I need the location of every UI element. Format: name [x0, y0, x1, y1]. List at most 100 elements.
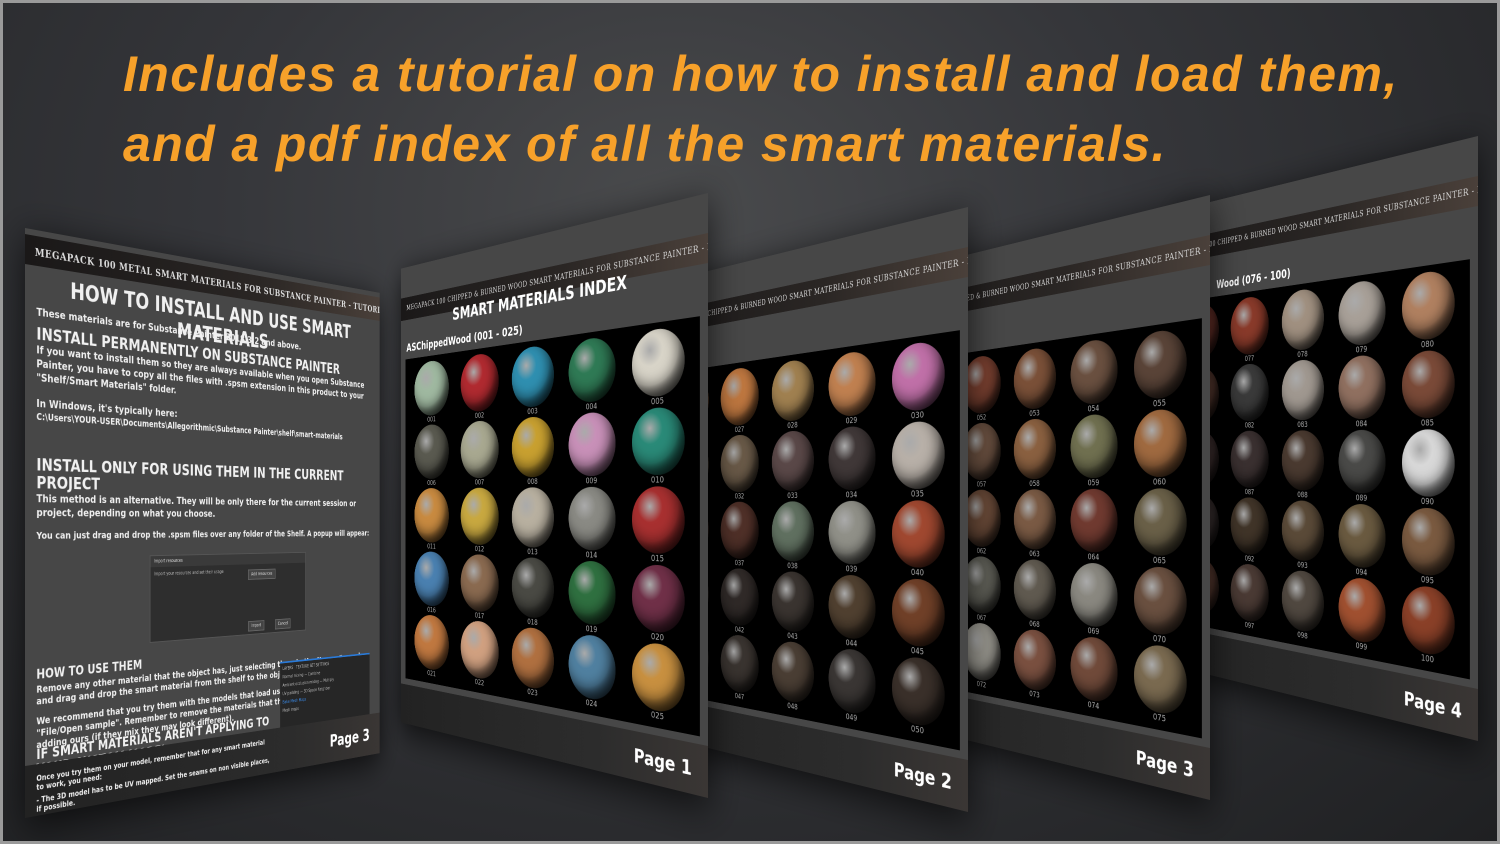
- normal-mixing-select[interactable]: Combine: [308, 671, 320, 677]
- material-item: 007: [455, 418, 505, 487]
- material-number: 078: [1297, 349, 1308, 360]
- material-sphere-thumbnail: [720, 433, 759, 493]
- material-number: 058: [1029, 479, 1040, 489]
- import-button[interactable]: Import: [248, 620, 265, 632]
- material-number: 077: [1244, 354, 1255, 364]
- material-item: 054: [1063, 335, 1125, 416]
- headline-line-1: Includes a tutorial on how to install an…: [123, 46, 1399, 102]
- material-item: 027: [715, 364, 765, 436]
- material-sphere-thumbnail: [720, 633, 759, 697]
- material-sphere-thumbnail: [568, 334, 616, 404]
- material-sphere-thumbnail: [1401, 348, 1455, 419]
- material-item: 021: [409, 612, 455, 683]
- material-sphere-thumbnail: [828, 646, 876, 718]
- material-item: 024: [561, 631, 623, 715]
- texture-set-settings-tab[interactable]: TEXTURE SET SETTINGS: [296, 662, 329, 671]
- material-number: 014: [585, 550, 598, 561]
- material-sphere-thumbnail: [568, 486, 616, 552]
- material-sphere-thumbnail: [891, 654, 945, 731]
- material-sphere-thumbnail: [828, 424, 876, 491]
- ao-mixing-select[interactable]: Multiply: [323, 677, 334, 683]
- material-number: 007: [474, 478, 485, 487]
- material-sphere-thumbnail: [460, 487, 499, 546]
- material-number: 050: [910, 724, 924, 737]
- material-item: 025: [623, 639, 693, 729]
- material-item: 016: [409, 550, 455, 618]
- material-item: 001: [409, 357, 455, 426]
- material-number: 015: [650, 554, 664, 565]
- material-number: 100: [1420, 653, 1434, 666]
- material-number: 097: [1244, 621, 1255, 632]
- material-sphere-thumbnail: [720, 501, 759, 560]
- material-sphere-thumbnail: [1133, 326, 1187, 401]
- material-item: 009: [561, 410, 623, 487]
- material-sphere-thumbnail: [1401, 583, 1455, 660]
- material-number: 005: [650, 396, 664, 407]
- material-item: 033: [765, 428, 821, 501]
- index-page-4: MEGAPACK 100 CHIPPED & BURNED WOOD SMART…: [1170, 136, 1478, 741]
- material-item: 095: [1393, 506, 1463, 591]
- material-number: 054: [1087, 403, 1100, 414]
- material-item: 018: [505, 556, 561, 632]
- headline-line-2: and a pdf index of all the smart materia…: [123, 116, 1167, 172]
- material-number: 052: [976, 413, 987, 423]
- material-item: 053: [1007, 344, 1063, 421]
- material-item: 004: [561, 333, 623, 414]
- material-sphere-thumbnail: [414, 550, 450, 609]
- uv-padding-select[interactable]: 3D Space Neighbor: [304, 686, 331, 694]
- material-sphere-thumbnail: [771, 429, 814, 492]
- material-number: 002: [474, 411, 485, 421]
- layers-tab[interactable]: LAYERS: [282, 666, 293, 672]
- material-sphere-thumbnail: [568, 410, 616, 477]
- material-number: 087: [1244, 488, 1255, 497]
- material-item: 084: [1331, 353, 1393, 430]
- dialog-prompt: Import your resources and set their usag…: [153, 569, 224, 578]
- material-sphere-thumbnail: [1281, 286, 1324, 352]
- material-item: 019: [561, 559, 623, 639]
- uv-padding-label: UV padding: [282, 689, 300, 697]
- material-number: 022: [474, 678, 485, 689]
- material-sphere-thumbnail: [511, 487, 554, 549]
- material-number: 029: [845, 415, 858, 426]
- material-sphere-thumbnail: [1013, 417, 1056, 480]
- cancel-button[interactable]: Cancel: [274, 618, 291, 630]
- material-sphere-thumbnail: [568, 559, 616, 628]
- material-sphere-thumbnail: [1230, 430, 1269, 489]
- materials-grid: 001 002 003 004 005 006 007 008 009 010 011 012 013 0…: [405, 316, 700, 737]
- material-item: 055: [1125, 325, 1195, 411]
- material-sphere-thumbnail: [511, 625, 554, 693]
- material-number: 049: [845, 712, 858, 725]
- bake-mesh-maps-button[interactable]: Bake Mesh Maps: [282, 697, 306, 705]
- material-sphere-thumbnail: [1013, 558, 1056, 623]
- material-item: 074: [1063, 633, 1125, 717]
- material-item: 042: [715, 567, 765, 639]
- material-sphere-thumbnail: [962, 353, 1001, 415]
- material-sphere-thumbnail: [891, 338, 945, 413]
- material-number: 025: [650, 710, 664, 723]
- material-number: 040: [910, 568, 924, 579]
- material-item: 069: [1063, 561, 1125, 641]
- material-item: 060: [1125, 406, 1195, 488]
- material-sphere-thumbnail: [631, 486, 685, 555]
- material-number: 072: [976, 680, 987, 691]
- add-resources-button[interactable]: Add resources: [248, 568, 276, 580]
- material-item: 080: [1393, 266, 1463, 352]
- material-item: 087: [1225, 430, 1275, 499]
- material-sphere-thumbnail: [1070, 336, 1118, 406]
- material-item: 048: [765, 638, 821, 717]
- material-sphere-thumbnail: [631, 405, 685, 476]
- material-number: 060: [1152, 477, 1166, 488]
- material-sphere-thumbnail: [771, 570, 814, 635]
- material-sphere-thumbnail: [1230, 562, 1269, 626]
- material-item: 090: [1393, 429, 1463, 510]
- material-number: 032: [734, 492, 745, 501]
- material-sphere-thumbnail: [460, 419, 499, 479]
- material-sphere-thumbnail: [1338, 429, 1386, 495]
- material-sphere-thumbnail: [1133, 642, 1187, 719]
- material-item: 002: [455, 350, 505, 422]
- material-sphere-thumbnail: [720, 365, 759, 427]
- material-item: 011: [409, 487, 455, 552]
- material-number: 083: [1297, 420, 1308, 430]
- material-item: 044: [821, 573, 883, 653]
- material-item: 008: [505, 414, 561, 487]
